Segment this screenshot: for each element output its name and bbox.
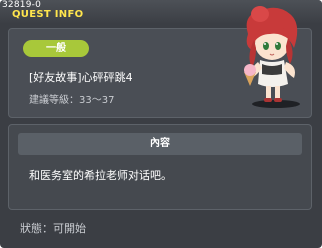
window-title: QUEST INFO bbox=[12, 9, 84, 20]
content-heading: 內容 bbox=[18, 133, 302, 155]
content-description: 和医务室的希拉老师对话吧。 bbox=[29, 169, 172, 182]
quest-name: [好友故事]心砰砰跳4 bbox=[29, 71, 133, 84]
quest-info-window: 32819-0 QUEST INFO 一般 [好友故事]心砰砰跳4 建議等級：3… bbox=[0, 0, 322, 248]
quest-status: 狀態：可開始 bbox=[20, 222, 86, 235]
quest-content-panel: 內容 和医务室的希拉老师对话吧。 bbox=[8, 124, 312, 210]
quest-category-tag: 一般 bbox=[23, 40, 89, 57]
recommended-level: 建議等級：33～37 bbox=[29, 95, 115, 106]
npc-girl-red-hair-icon bbox=[244, 6, 300, 108]
